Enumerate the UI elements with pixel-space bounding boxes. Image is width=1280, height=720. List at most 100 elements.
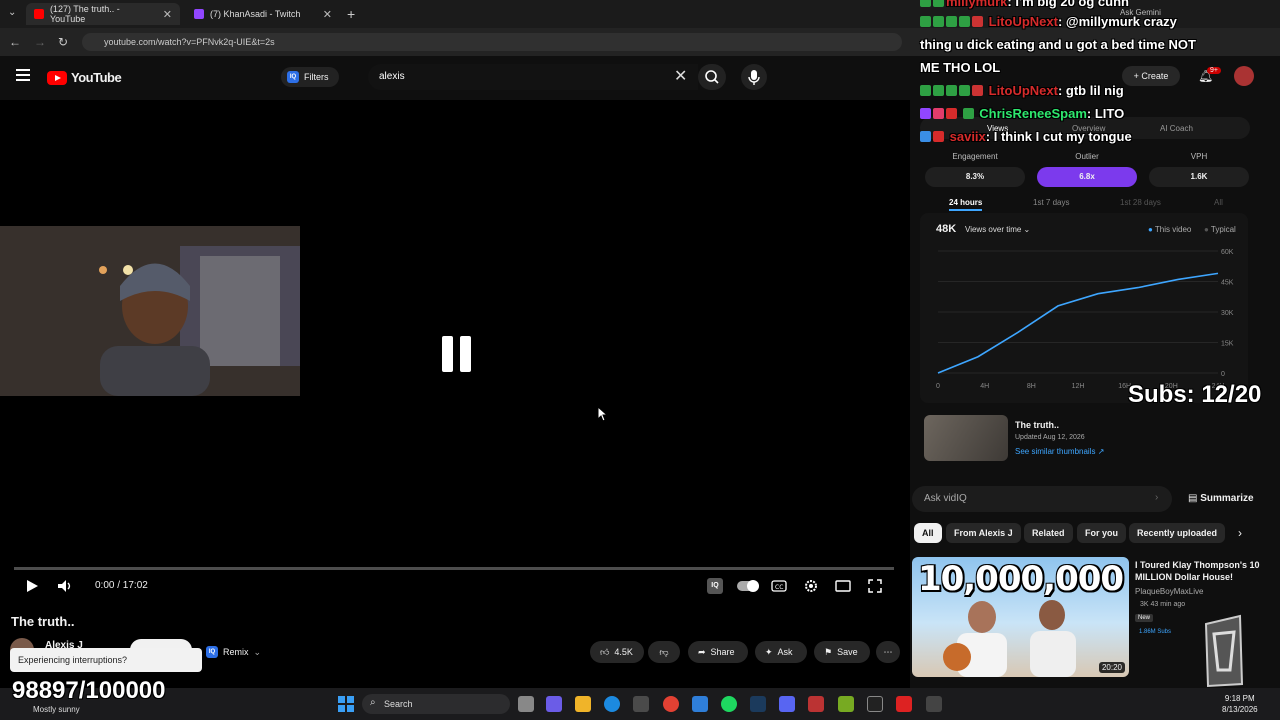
clock-date: 8/13/2026 [1222, 705, 1258, 714]
theater-mode-icon[interactable] [835, 578, 851, 594]
youtube-logo[interactable]: YouTube [47, 70, 122, 85]
volume-icon[interactable] [56, 578, 74, 594]
ask-send-icon[interactable]: › [1155, 492, 1158, 503]
windows-start-icon[interactable] [338, 696, 354, 712]
copilot-icon[interactable] [546, 696, 562, 712]
taskbar-clock[interactable]: 9:18 PM 8/13/2026 [1222, 693, 1258, 715]
progress-bar[interactable] [14, 567, 894, 570]
chat-message: millymurk: I'm big 20 og cuhh [920, 0, 1129, 9]
related-video-title[interactable]: I Toured Klay Thompson's 10 MILLION Doll… [1135, 559, 1260, 583]
subs-goal-overlay: Subs: 12/20 [1128, 381, 1262, 408]
remix-button[interactable]: IQ Remix ⌄ [204, 641, 271, 663]
steam-icon[interactable] [750, 696, 766, 712]
close-tab-icon[interactable]: ✕ [163, 8, 172, 21]
forward-icon[interactable]: → [31, 33, 49, 51]
settings-gear-icon[interactable] [803, 578, 819, 594]
see-similar-thumbnails-link[interactable]: See similar thumbnails ↗ [1015, 447, 1104, 456]
chat-username: LitoUpNext [988, 14, 1058, 29]
chip-for-you[interactable]: For you [1077, 523, 1126, 543]
like-button[interactable]: 👍︎ 4.5K [590, 641, 644, 663]
new-tab-button[interactable]: + [347, 6, 355, 22]
range-28d[interactable]: 1st 28 days [1120, 198, 1161, 207]
back-icon[interactable]: ← [6, 33, 24, 51]
vidiq-player-icon[interactable]: IQ [707, 578, 723, 594]
summarize-button[interactable]: ▤ Summarize [1188, 493, 1254, 504]
app-icon[interactable] [692, 696, 708, 712]
chat-badge-icon [933, 16, 944, 27]
clock-time: 9:18 PM [1224, 694, 1255, 703]
ask-button[interactable]: ✦ Ask [755, 641, 807, 663]
views-dropdown[interactable]: Views over time ⌄ [965, 225, 1030, 234]
spotify-icon[interactable] [721, 696, 737, 712]
current-video-thumbnail[interactable] [924, 415, 1008, 461]
chat-badge-icon [933, 0, 944, 7]
app-icon[interactable] [808, 696, 824, 712]
tab-list-chevron-icon[interactable]: ⌄ [8, 7, 16, 18]
range-24h[interactable]: 24 hours [949, 198, 983, 211]
share-button[interactable]: ➦ Share [688, 641, 748, 663]
close-tab-icon[interactable]: ✕ [323, 8, 332, 21]
autoplay-toggle[interactable] [736, 579, 760, 593]
tab-title: (7) KhanAsadi - Twitch [210, 9, 301, 19]
chip-recently-uploaded[interactable]: Recently uploaded [1129, 523, 1226, 543]
chat-message: LitoUpNext: gtb lil nig [920, 83, 1124, 98]
sparkle-icon: ✦ [765, 646, 773, 657]
store-icon[interactable] [633, 696, 649, 712]
dislike-button[interactable]: 👎︎ [648, 641, 680, 663]
views-dropdown-label: Views over time [965, 225, 1022, 234]
edge-icon[interactable] [604, 696, 620, 712]
pause-overlay-icon[interactable] [442, 336, 472, 372]
file-explorer-icon[interactable] [575, 696, 591, 712]
chips-next-icon[interactable]: › [1238, 526, 1242, 540]
search-input[interactable]: alexis [368, 64, 698, 90]
tab-twitch[interactable]: (7) KhanAsadi - Twitch ✕ [186, 3, 340, 25]
related-meta: 3K 43 min ago [1140, 601, 1186, 608]
reload-icon[interactable]: ↻ [54, 33, 72, 51]
search-button[interactable] [698, 64, 726, 90]
voice-search-button[interactable] [741, 64, 767, 90]
captions-icon[interactable]: CC [771, 578, 787, 594]
task-view-icon[interactable] [518, 696, 534, 712]
capcut-icon[interactable] [867, 696, 883, 712]
tab-youtube[interactable]: (127) The truth.. - YouTube ✕ [26, 3, 180, 25]
chip-all[interactable]: All [914, 523, 942, 543]
bookmark-icon: ⚑ [824, 646, 833, 657]
chat-message-continued: thing u dick eating and u got a bed time… [920, 37, 1196, 52]
chat-message: LitoUpNext: @millymurk crazy [920, 14, 1177, 29]
menu-icon[interactable] [16, 69, 30, 81]
chat-username: LitoUpNext [988, 83, 1058, 98]
legend-this-label: This video [1154, 225, 1192, 234]
clear-search-icon[interactable]: ✕ [674, 66, 687, 86]
fullscreen-icon[interactable] [867, 578, 883, 594]
thumb-overlay-text: 10,000,000 [917, 559, 1124, 599]
related-video-thumbnail[interactable]: 10,000,000 20:20 [912, 557, 1129, 677]
vph-value: 1.6K [1149, 167, 1249, 187]
range-all[interactable]: All [1214, 198, 1223, 207]
address-bar[interactable]: youtube.com/watch?v=PFNvk2q-UIE&t=2s [82, 33, 902, 51]
discord-icon[interactable] [779, 696, 795, 712]
ask-label: Ask [777, 647, 793, 657]
related-channel[interactable]: PlaqueBoyMaxLive [1135, 587, 1203, 596]
interruptions-toast[interactable]: Experiencing interruptions? [10, 648, 202, 672]
chip-related[interactable]: Related [1024, 523, 1073, 543]
y-tick-label: 30K [1221, 310, 1234, 317]
more-actions-button[interactable]: ⋯ [876, 641, 900, 663]
outlier-value: 6.8x [1037, 167, 1137, 187]
youtube-play-logo-icon [47, 70, 67, 85]
ask-vidiq-input[interactable]: Ask vidIQ [912, 486, 1172, 512]
taskbar-search[interactable]: Search [362, 694, 510, 714]
vidiq-filters-button[interactable]: IQ Filters [281, 67, 339, 87]
app-icon[interactable] [838, 696, 854, 712]
save-button[interactable]: ⚑ Save [814, 641, 870, 663]
chat-text: : gtb lil nig [1057, 83, 1124, 98]
range-7d[interactable]: 1st 7 days [1033, 198, 1069, 207]
chip-from-channel[interactable]: From Alexis J [946, 523, 1021, 543]
thumb-people-image [943, 600, 1076, 677]
more-dots-icon: ⋯ [883, 646, 893, 657]
chrome-icon[interactable] [663, 696, 679, 712]
weather-widget[interactable]: Mostly sunny [33, 705, 80, 714]
chat-badge-icon [946, 108, 957, 119]
app-icon[interactable] [926, 696, 942, 712]
app-icon[interactable] [896, 696, 912, 712]
play-icon[interactable] [24, 578, 40, 594]
